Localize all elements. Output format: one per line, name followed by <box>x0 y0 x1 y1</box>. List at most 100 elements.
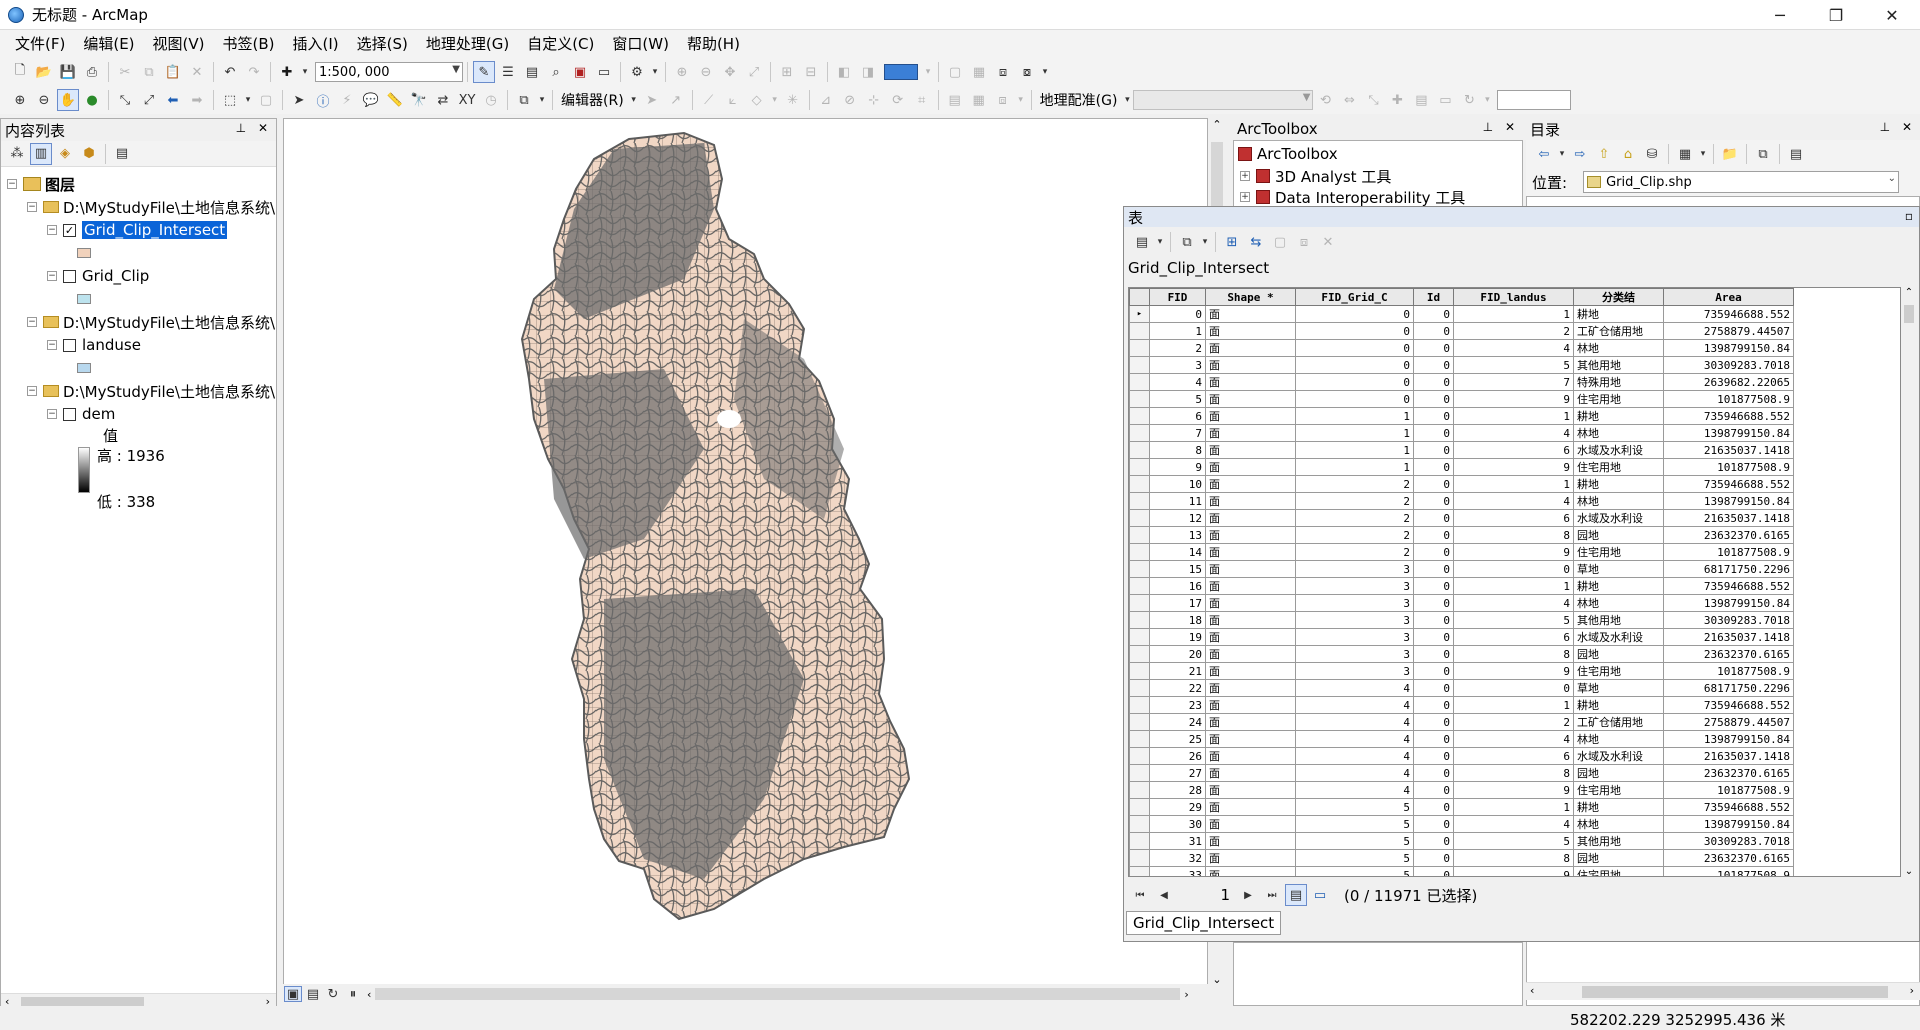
row-selector[interactable] <box>1129 492 1150 510</box>
table-cell[interactable]: 33 <box>1149 866 1206 876</box>
table-cell[interactable]: 园地 <box>1573 764 1664 782</box>
table-cell[interactable]: 林地 <box>1573 815 1664 833</box>
edit-tool-icon[interactable]: ➤ <box>641 89 663 111</box>
layer-visibility-checkbox[interactable] <box>63 338 76 352</box>
layer-symbol-swatch[interactable] <box>77 294 91 304</box>
table-cell[interactable]: 林地 <box>1573 594 1664 612</box>
table-cell[interactable]: 3 <box>1295 594 1414 612</box>
column-header[interactable]: Id <box>1413 288 1454 306</box>
table-cell[interactable]: 林地 <box>1573 492 1664 510</box>
change-layout-icon[interactable]: ⧈ <box>992 61 1014 83</box>
column-header[interactable]: FID_landus <box>1453 288 1574 306</box>
table-cell[interactable]: 31 <box>1149 832 1206 850</box>
table-cell[interactable]: 3 <box>1295 577 1414 595</box>
chevron-down-icon[interactable]: ▾ <box>923 61 933 83</box>
chevron-down-icon[interactable]: ▾ <box>629 89 639 111</box>
table-cell[interactable]: 0 <box>1413 475 1454 493</box>
table-cell[interactable]: 0 <box>1295 356 1414 374</box>
table-cell[interactable]: 21635037.1418 <box>1663 747 1794 765</box>
georeferencing-menu[interactable]: 地理配准(G) <box>1036 90 1122 110</box>
forward-icon[interactable]: ➡ <box>186 89 208 111</box>
chevron-down-icon[interactable]: ▾ <box>650 61 660 83</box>
table-cell[interactable]: 0 <box>1413 798 1454 816</box>
row-selector[interactable]: ▸ <box>1129 305 1150 323</box>
georef-layer-select[interactable]: ▼ <box>1133 90 1314 110</box>
table-row[interactable]: 24 面 4 0 2 工矿仓储用地 2758879.44507 <box>1129 713 1794 731</box>
table-cell[interactable]: 3 <box>1295 662 1414 680</box>
table-cell[interactable]: 面 <box>1205 305 1296 323</box>
catalog-icon[interactable]: ▤ <box>521 61 543 83</box>
select-elements-icon[interactable]: ➤ <box>288 89 310 111</box>
table-cell[interactable]: 面 <box>1205 815 1296 833</box>
table-cell[interactable]: 21635037.1418 <box>1663 441 1794 459</box>
layer-symbol-row[interactable] <box>77 357 91 379</box>
table-cell[interactable]: 面 <box>1205 866 1296 876</box>
table-cell[interactable]: 1398799150.84 <box>1663 339 1794 357</box>
save-icon[interactable]: 💾 <box>57 61 79 83</box>
collapse-icon[interactable]: − <box>27 202 37 212</box>
table-row[interactable]: 1 面 0 0 2 工矿仓储用地 2758879.44507 <box>1129 322 1794 340</box>
scroll-up-icon[interactable]: ⌃ <box>1208 118 1226 131</box>
table-tab[interactable]: Grid_Clip_Intersect <box>1126 911 1282 935</box>
table-cell[interactable]: 0 <box>1413 509 1454 527</box>
table-cell[interactable]: 8 <box>1453 526 1574 544</box>
measure-icon[interactable]: 📏 <box>384 89 406 111</box>
time-slider-icon[interactable]: ◷ <box>480 89 502 111</box>
toolbox-data-interoperability[interactable]: + Data Interoperability 工具 <box>1240 186 1465 208</box>
table-cell[interactable]: 0 <box>1413 747 1454 765</box>
table-cell[interactable]: 10 <box>1149 475 1206 493</box>
scroll-right-icon[interactable]: › <box>1184 988 1188 1001</box>
identify-icon[interactable]: ⓘ <box>312 89 334 111</box>
table-cell[interactable]: 0 <box>1413 849 1454 867</box>
table-cell[interactable]: 2 <box>1295 509 1414 527</box>
row-selector[interactable] <box>1129 560 1150 578</box>
expand-icon[interactable]: + <box>1240 171 1250 181</box>
table-cell[interactable]: 工矿仓储用地 <box>1573 713 1664 731</box>
table-cell[interactable]: 9 <box>1453 458 1574 476</box>
table-cell[interactable]: 9 <box>1453 543 1574 561</box>
connect-folder-icon[interactable]: 📁 <box>1719 143 1741 165</box>
find-icon[interactable]: 🔭 <box>408 89 430 111</box>
find-route-icon[interactable]: ⇄ <box>432 89 454 111</box>
list-by-source-icon[interactable]: ▥ <box>30 142 52 165</box>
home-icon[interactable]: ⌂ <box>1617 143 1639 165</box>
row-selector[interactable] <box>1129 815 1150 833</box>
column-header[interactable]: 分类结 <box>1573 288 1664 306</box>
table-cell[interactable]: 0 <box>1295 390 1414 408</box>
table-cell[interactable]: 23632370.6165 <box>1663 764 1794 782</box>
zoom-to-selected-icon[interactable]: ⧈ <box>1293 231 1315 253</box>
table-cell[interactable]: 面 <box>1205 594 1296 612</box>
row-selector[interactable] <box>1129 322 1150 340</box>
split-tool-icon[interactable]: ⊹ <box>863 89 885 111</box>
table-cell[interactable]: 6 <box>1149 407 1206 425</box>
column-header[interactable]: Area <box>1663 288 1794 306</box>
table-cell[interactable]: 7 <box>1149 424 1206 442</box>
table-row[interactable]: 23 面 4 0 1 耕地 735946688.552 <box>1129 696 1794 714</box>
list-by-visibility-icon[interactable]: ◈ <box>54 143 76 165</box>
switch-selection-icon[interactable]: ⇆ <box>1245 231 1267 253</box>
table-cell[interactable]: 1 <box>1453 798 1574 816</box>
menu-edit[interactable]: 编辑(E) <box>74 31 143 57</box>
list-by-drawing-order-icon[interactable]: ⁂ <box>6 143 28 165</box>
table-cell[interactable]: 园地 <box>1573 849 1664 867</box>
table-cell[interactable]: 1 <box>1295 407 1414 425</box>
table-cell[interactable]: 2 <box>1453 322 1574 340</box>
table-cell[interactable]: 5 <box>1295 832 1414 850</box>
open-icon[interactable]: 📂 <box>33 61 55 83</box>
table-cell[interactable]: 3 <box>1295 628 1414 646</box>
table-cell[interactable]: 0 <box>1413 696 1454 714</box>
collapse-icon[interactable]: − <box>47 225 57 235</box>
table-row[interactable]: 3 面 0 0 5 其他用地 30309283.7018 <box>1129 356 1794 374</box>
row-selector[interactable] <box>1129 611 1150 629</box>
table-cell[interactable]: 面 <box>1205 832 1296 850</box>
arctoolbox-icon[interactable]: ▣ <box>569 61 591 83</box>
table-cell[interactable]: 2639682.22065 <box>1663 373 1794 391</box>
table-cell[interactable]: 面 <box>1205 628 1296 646</box>
chevron-down-icon[interactable]: ▾ <box>243 89 253 111</box>
column-header[interactable]: Shape * <box>1205 288 1296 306</box>
scroll-right-icon[interactable]: › <box>1910 984 1914 997</box>
table-cell[interactable]: 30309283.7018 <box>1663 832 1794 850</box>
toolbox-root[interactable]: ArcToolbox <box>1238 143 1338 165</box>
table-cell[interactable]: 68171750.2296 <box>1663 679 1794 697</box>
table-cell[interactable]: 5 <box>1295 849 1414 867</box>
